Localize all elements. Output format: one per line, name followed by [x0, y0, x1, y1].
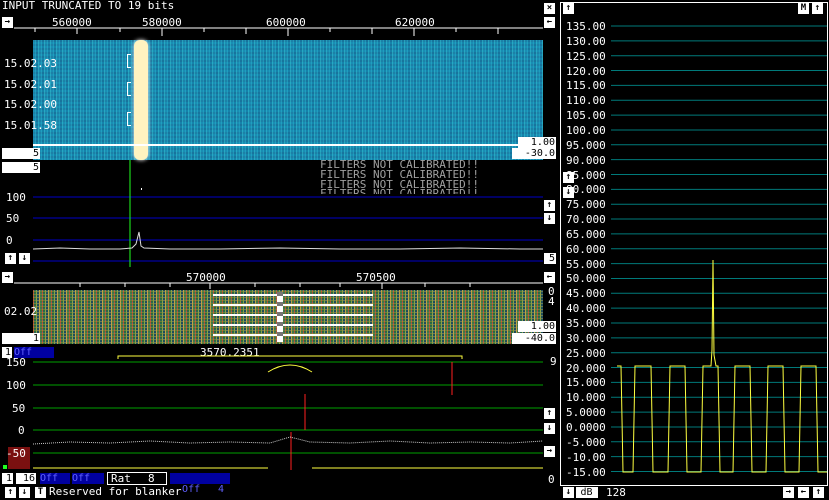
- spectrum-down-button[interactable]: ↓: [544, 213, 555, 224]
- baseband-down-button[interactable]: ↓: [544, 423, 555, 434]
- bottom-t-button[interactable]: T: [35, 487, 46, 498]
- hires-frequency-scale: [14, 282, 543, 289]
- waterfall-cursor-line: [33, 144, 543, 146]
- right-bottom-up-button[interactable]: ↑: [813, 487, 824, 498]
- right-y-label: 125.00: [566, 49, 606, 63]
- right-y-label: 10.000: [566, 391, 606, 405]
- hires-gain-box[interactable]: 1.00: [518, 321, 556, 332]
- freq-label: 580000: [142, 16, 182, 29]
- right-y-label: 70.000: [566, 213, 606, 227]
- spectrum-down-small-button[interactable]: ↓: [19, 253, 30, 264]
- hires-avg-box[interactable]: 1: [2, 333, 40, 344]
- baseband-y-label: 100: [6, 379, 26, 392]
- bottom-down-button[interactable]: ↓: [19, 487, 30, 498]
- right-y-label: 35.000: [566, 317, 606, 330]
- spectrum-up-small-button[interactable]: ↑: [5, 253, 16, 264]
- baseband-right-button[interactable]: →: [544, 446, 555, 457]
- right-y-label: 20.000: [566, 361, 606, 375]
- hires-freq-label: 570000: [186, 271, 226, 284]
- freq-label: 600000: [266, 16, 306, 29]
- bottom-up-button[interactable]: ↑: [5, 487, 16, 498]
- freq-label: 560000: [52, 16, 92, 29]
- right-y-label: 110.00: [566, 94, 606, 108]
- time-label: 15.02.03: [4, 57, 57, 70]
- spectrum-y-label: 50: [6, 212, 20, 225]
- rat-box[interactable]: Rat 8: [107, 472, 167, 485]
- hires-time-label: 02.02: [4, 305, 38, 318]
- spectrum-y-label: 100: [6, 191, 26, 204]
- waterfall-offset-box[interactable]: -30.0: [512, 148, 556, 159]
- hires-waterfall[interactable]: [33, 290, 543, 344]
- baseband-y-label: 150: [6, 356, 26, 369]
- right-y-label: 0.0000: [566, 420, 606, 434]
- carrier-trace: [134, 40, 148, 160]
- baseband-y-label: -50: [6, 447, 26, 460]
- right-y-label: 95.000: [566, 138, 606, 152]
- right-y-label: 40.000: [566, 302, 606, 316]
- right-y-label: -15.00: [566, 465, 606, 479]
- right-y-label: 55.000: [566, 257, 606, 271]
- filter-warning: FILTERS NOT CALIBRATED!!: [320, 188, 479, 194]
- waterfall-gain-box[interactable]: 1.00: [518, 137, 556, 148]
- time-label: 15.02.00: [4, 98, 57, 111]
- bottom-box-1[interactable]: 1: [2, 473, 13, 484]
- right-y-label: 75.000: [566, 198, 606, 212]
- right-bottom-left-button[interactable]: ←: [798, 487, 809, 498]
- right-y-label: 5.0000: [566, 406, 606, 420]
- spectrum-up-button[interactable]: ↑: [544, 200, 555, 211]
- right-y-label: 30.000: [566, 331, 606, 345]
- right-y-label: 25.000: [566, 346, 606, 360]
- right-bottom-right-button[interactable]: →: [783, 487, 794, 498]
- hires-freq-label: 570500: [356, 271, 396, 284]
- right-y-label: 50.000: [566, 272, 606, 286]
- right-y-label: 105.00: [566, 109, 606, 123]
- baseband-graph[interactable]: [0, 352, 558, 472]
- right-scroll-down-button[interactable]: ↓: [563, 187, 574, 198]
- bottom-box-16[interactable]: 16: [16, 473, 36, 484]
- level-indicator: [3, 465, 7, 469]
- right-bottom-down-button[interactable]: ↓: [563, 487, 574, 498]
- rat-value: 8: [148, 472, 155, 485]
- rat-label: Rat: [111, 472, 131, 485]
- spectrum-y-label: 0: [6, 234, 13, 247]
- bottom-off-toggle-1[interactable]: Off: [40, 473, 70, 484]
- main-waterfall[interactable]: [33, 40, 543, 160]
- baseband-up-button[interactable]: ↑: [544, 408, 555, 419]
- right-y-label: 15.000: [566, 376, 606, 390]
- waterfall-avg-box[interactable]: 5: [2, 148, 40, 159]
- right-y-label: -5.000: [566, 435, 606, 449]
- baseband-right-bottom: 0: [548, 473, 555, 486]
- right-y-label: 60.000: [566, 242, 606, 256]
- time-label: 15.02.01: [4, 78, 57, 91]
- db-label: dB: [576, 487, 598, 498]
- bottom-off-toggle-2[interactable]: Off: [72, 473, 104, 484]
- right-y-label: 135.00: [566, 20, 606, 33]
- right-y-label: 45.000: [566, 287, 606, 301]
- right-y-label: 65.000: [566, 227, 606, 241]
- right-y-label: 115.00: [566, 79, 606, 93]
- right-y-label: 130.00: [566, 34, 606, 48]
- time-label: 15.01.58: [4, 119, 57, 132]
- right-y-label: 100.00: [566, 123, 606, 137]
- hires-side-label: 4: [548, 295, 555, 308]
- bottom-off-toggle-3[interactable]: Off 4: [170, 473, 230, 495]
- right-y-label: 120.00: [566, 64, 606, 78]
- db-value: 128: [606, 486, 626, 499]
- hires-offset-box[interactable]: -40.0: [512, 333, 556, 344]
- blanker-status: Reserved for blanker: [49, 485, 182, 498]
- right-y-label: 90.000: [566, 153, 606, 167]
- baseband-y-label: 0: [18, 424, 25, 437]
- right-y-label: -10.00: [566, 450, 606, 464]
- baseband-y-label: 50: [12, 402, 26, 415]
- right-scroll-up-button[interactable]: ↑: [563, 172, 574, 183]
- freq-label: 620000: [395, 16, 435, 29]
- spectrum-bottom-box[interactable]: 5: [544, 253, 556, 264]
